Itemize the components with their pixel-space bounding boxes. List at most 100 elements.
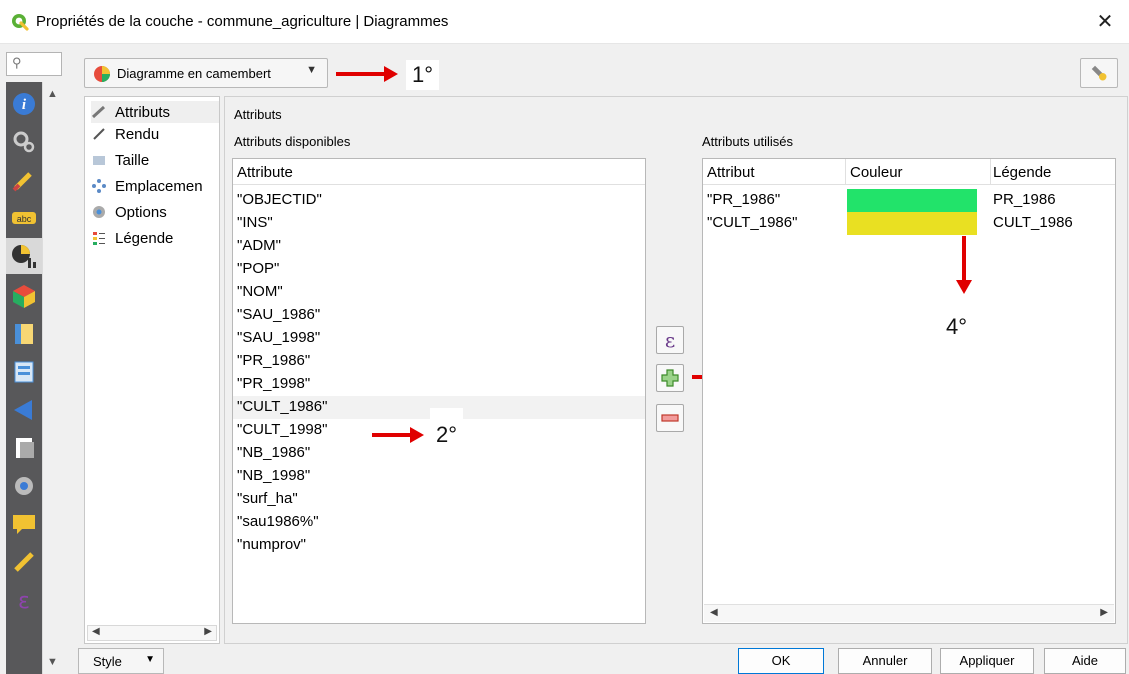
table-header: Attribut Couleur Légende xyxy=(703,159,1115,185)
sidebar-scrollbar[interactable]: ▲ ▼ xyxy=(42,82,64,674)
color-swatch[interactable] xyxy=(847,212,977,235)
legend-icon xyxy=(93,232,105,245)
list-item[interactable]: "sau1986%" xyxy=(233,511,645,534)
style-menu-button[interactable]: Style ▼ xyxy=(78,648,164,674)
diagram-type-label: Diagramme en camembert xyxy=(117,66,271,81)
rendering-brush-icon[interactable] xyxy=(10,548,38,576)
options-icon xyxy=(93,206,105,218)
plus-icon xyxy=(661,369,679,387)
source-settings-icon[interactable] xyxy=(10,128,38,156)
table-horizontal-scrollbar[interactable]: ◀ ▶ xyxy=(704,604,1114,622)
actions-gear-icon[interactable] xyxy=(10,472,38,500)
diagrams-tab[interactable] xyxy=(6,238,42,274)
annotation-step-2: 2° xyxy=(430,408,464,450)
help-button[interactable]: Aide xyxy=(1044,648,1126,674)
annotation-step-4: 4° xyxy=(940,312,974,342)
color-swatch[interactable] xyxy=(847,189,977,212)
epsilon-icon: ε xyxy=(664,328,676,352)
list-item[interactable]: "OBJECTID" xyxy=(233,189,645,212)
scroll-right-icon[interactable]: ▶ xyxy=(1100,607,1108,618)
tree-item-options[interactable]: Options xyxy=(91,201,219,223)
properties-icon-bar: i abc ε xyxy=(6,82,42,674)
remove-attribute-button[interactable] xyxy=(656,404,684,432)
svg-text:abc: abc xyxy=(17,214,32,224)
title-bar: Propriétés de la couche - commune_agricu… xyxy=(0,0,1129,44)
pie-chart-icon xyxy=(94,66,110,82)
labels-abc-icon[interactable]: abc xyxy=(10,204,38,232)
sidebar: ⚲ i abc ε ▲ ▼ xyxy=(0,44,68,674)
auxiliary-storage-icon[interactable] xyxy=(10,434,38,462)
list-item[interactable]: "numprov" xyxy=(233,534,645,557)
3d-view-icon[interactable] xyxy=(10,282,38,310)
rendering-icon xyxy=(93,128,105,140)
list-item[interactable]: "surf_ha" xyxy=(233,488,645,511)
list-item[interactable]: "PR_1986" xyxy=(233,350,645,373)
settings-tree: Attributs Rendu Taille Emplacemen Option… xyxy=(84,96,220,644)
minus-icon xyxy=(661,414,679,422)
size-icon xyxy=(93,156,105,165)
tree-item-taille[interactable]: Taille xyxy=(91,149,219,171)
tree-item-emplacement[interactable]: Emplacemen xyxy=(91,175,219,197)
table-row[interactable]: "PR_1986" PR_1986 xyxy=(703,189,1115,212)
annotation-step-1: 1° xyxy=(406,60,440,90)
information-icon[interactable]: i xyxy=(10,90,38,118)
diagram-icon xyxy=(12,245,36,268)
scroll-right-icon[interactable]: ▶ xyxy=(204,626,212,637)
diagram-type-dropdown[interactable]: Diagramme en camembert ▼ xyxy=(84,58,328,88)
scroll-left-icon[interactable]: ◀ xyxy=(92,626,100,637)
svg-text:ε: ε xyxy=(18,589,30,614)
chevron-down-icon: ▼ xyxy=(306,64,317,76)
joins-icon[interactable] xyxy=(10,396,38,424)
available-attributes-list[interactable]: Attribute "OBJECTID" "INS" "ADM" "POP" "… xyxy=(232,158,646,624)
list-item[interactable]: "PR_1998" xyxy=(233,373,645,396)
placement-icon xyxy=(92,179,106,193)
column-divider xyxy=(845,159,846,185)
list-item[interactable]: "NOM" xyxy=(233,281,645,304)
tree-item-attributs[interactable]: Attributs xyxy=(91,101,219,123)
search-icon: ⚲ xyxy=(12,55,22,70)
fields-icon[interactable] xyxy=(10,320,38,348)
list-item[interactable]: "SAU_1998" xyxy=(233,327,645,350)
used-attributes-label: Attributs utilisés xyxy=(702,134,794,149)
paint-icon xyxy=(1091,65,1107,81)
scroll-up-icon[interactable]: ▲ xyxy=(47,88,58,100)
annotation-arrow-1 xyxy=(336,66,398,82)
list-item[interactable]: "NB_1998" xyxy=(233,465,645,488)
tree-item-legende[interactable]: Légende xyxy=(91,227,219,249)
symbology-brush-icon[interactable] xyxy=(10,166,38,194)
used-attributes-table[interactable]: Attribut Couleur Légende "PR_1986" PR_19… xyxy=(702,158,1116,624)
annotation-arrow-4 xyxy=(956,236,972,294)
qgis-logo-icon xyxy=(12,14,29,31)
scroll-left-icon[interactable]: ◀ xyxy=(710,607,718,618)
list-item[interactable]: "POP" xyxy=(233,258,645,281)
chevron-down-icon: ▼ xyxy=(145,654,155,665)
attributes-form-icon[interactable] xyxy=(10,358,38,386)
table-row[interactable]: "CULT_1986" CULT_1986 xyxy=(703,212,1115,235)
window-title: Propriétés de la couche - commune_agricu… xyxy=(36,13,449,30)
available-attributes-label: Attributs disponibles xyxy=(234,134,351,149)
panel-heading: Attributs xyxy=(234,107,282,122)
tree-item-rendu[interactable]: Rendu xyxy=(91,123,219,145)
column-legende[interactable]: Légende xyxy=(993,164,1051,181)
cancel-button[interactable]: Annuler xyxy=(838,648,932,674)
column-attribut[interactable]: Attribut xyxy=(707,164,755,181)
tree-horizontal-scrollbar[interactable]: ◀ ▶ xyxy=(87,625,217,641)
list-item[interactable]: "SAU_1986" xyxy=(233,304,645,327)
close-button[interactable]: ✕ xyxy=(1091,8,1119,36)
column-divider xyxy=(990,159,991,185)
display-tip-icon[interactable] xyxy=(10,510,38,538)
list-header: Attribute xyxy=(233,159,645,185)
column-couleur[interactable]: Couleur xyxy=(850,164,903,181)
annotation-arrow-2 xyxy=(372,427,424,443)
list-item[interactable]: "ADM" xyxy=(233,235,645,258)
scroll-down-icon[interactable]: ▼ xyxy=(47,656,58,668)
add-attribute-button[interactable] xyxy=(656,364,684,392)
apply-button[interactable]: Appliquer xyxy=(940,648,1034,674)
list-item[interactable]: "INS" xyxy=(233,212,645,235)
search-input[interactable]: ⚲ xyxy=(6,52,62,76)
ok-button[interactable]: OK xyxy=(738,648,824,674)
add-expression-button[interactable]: ε xyxy=(656,326,684,354)
attributes-icon xyxy=(91,105,106,119)
styling-options-button[interactable] xyxy=(1080,58,1118,88)
variables-epsilon-icon[interactable]: ε xyxy=(10,586,38,614)
